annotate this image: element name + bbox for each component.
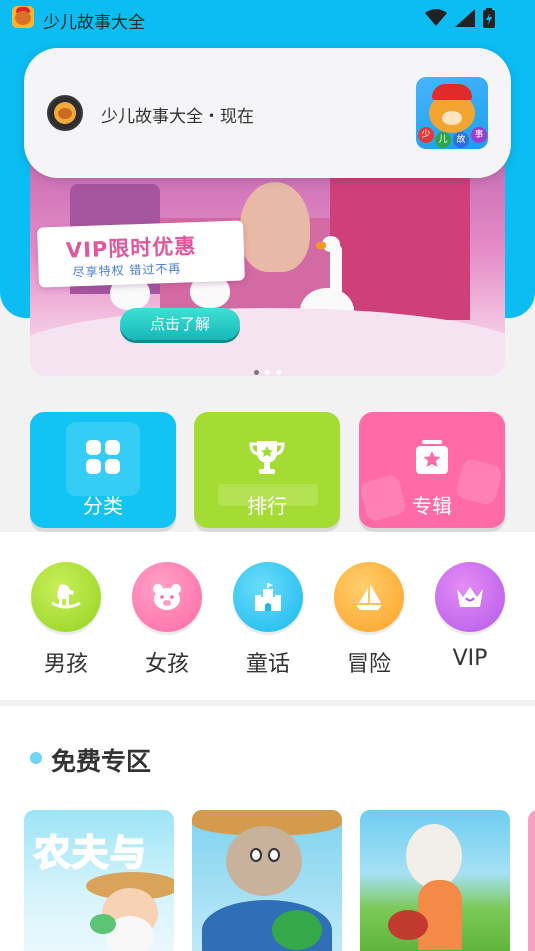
album-tile[interactable]: 专辑 (358, 412, 505, 528)
learn-more-button[interactable]: 点击了解 (120, 308, 240, 340)
sailboat-icon (356, 584, 382, 610)
girl-stories-button[interactable]: 女孩 (132, 562, 202, 678)
app-icon (47, 95, 83, 131)
adventure-button[interactable]: 冒险 (334, 562, 404, 678)
trophy-icon (249, 441, 285, 474)
free-zone-section: 免费专区 农夫与 (0, 706, 535, 951)
battery-charging-icon (483, 8, 495, 28)
boy-stories-button[interactable]: 男孩 (31, 562, 101, 678)
crown-icon (457, 587, 483, 607)
rocking-horse-icon (51, 584, 81, 609)
banner-pagination (254, 370, 281, 375)
fairy-tales-label: 童话 (245, 652, 290, 677)
fairy-tales-button[interactable]: 童话 (233, 562, 303, 678)
story-cover-title: 农夫与 (33, 832, 149, 875)
app-logo-thumbnail: 少 儿 故 事 (416, 77, 488, 149)
album-star-icon (416, 440, 448, 474)
story-card[interactable] (360, 810, 510, 951)
ranking-tile[interactable]: 排行 (194, 412, 340, 528)
adventure-label: 冒险 (346, 652, 391, 677)
category-tile[interactable]: 分类 (30, 412, 176, 528)
status-bar: 少儿故事大全 (0, 0, 535, 36)
cellular-signal-icon (455, 9, 475, 27)
girl-stories-label: 女孩 (144, 652, 189, 677)
promo-banner[interactable]: VIP限时优惠 尽享特权 错过不再 点击了解 (30, 148, 505, 376)
app-notification-icon (12, 6, 34, 28)
notification-text: 少儿故事大全・现在 (101, 107, 254, 127)
story-card[interactable]: 农夫与 (24, 810, 174, 951)
free-zone-title: 免费专区 (51, 747, 152, 776)
album-tile-label: 专辑 (412, 494, 452, 518)
vip-promo-card: VIP限时优惠 尽享特权 错过不再 (37, 220, 245, 288)
castle-icon (255, 583, 281, 611)
wifi-icon (425, 9, 447, 26)
bear-face-icon (153, 584, 181, 610)
notification-card[interactable]: 少儿故事大全・现在 少 儿 故 事 (24, 48, 511, 178)
status-app-name: 少儿故事大全 (43, 13, 145, 33)
quick-category-section: 男孩 女孩 童话 冒险 VIP (0, 532, 535, 700)
vip-promo-subtitle: 尽享特权 错过不再 (72, 261, 182, 280)
pagination-dot (254, 370, 259, 375)
ranking-tile-label: 排行 (247, 494, 287, 518)
vip-label: VIP (452, 646, 488, 671)
story-card[interactable] (192, 810, 342, 951)
section-bullet (30, 752, 42, 764)
pagination-dot (265, 370, 270, 375)
category-tile-label: 分类 (83, 494, 123, 518)
grid-icon (86, 440, 120, 474)
boy-stories-label: 男孩 (43, 652, 88, 677)
pagination-dot (276, 370, 281, 375)
story-card[interactable] (528, 810, 535, 951)
vip-button[interactable]: VIP (435, 562, 505, 671)
